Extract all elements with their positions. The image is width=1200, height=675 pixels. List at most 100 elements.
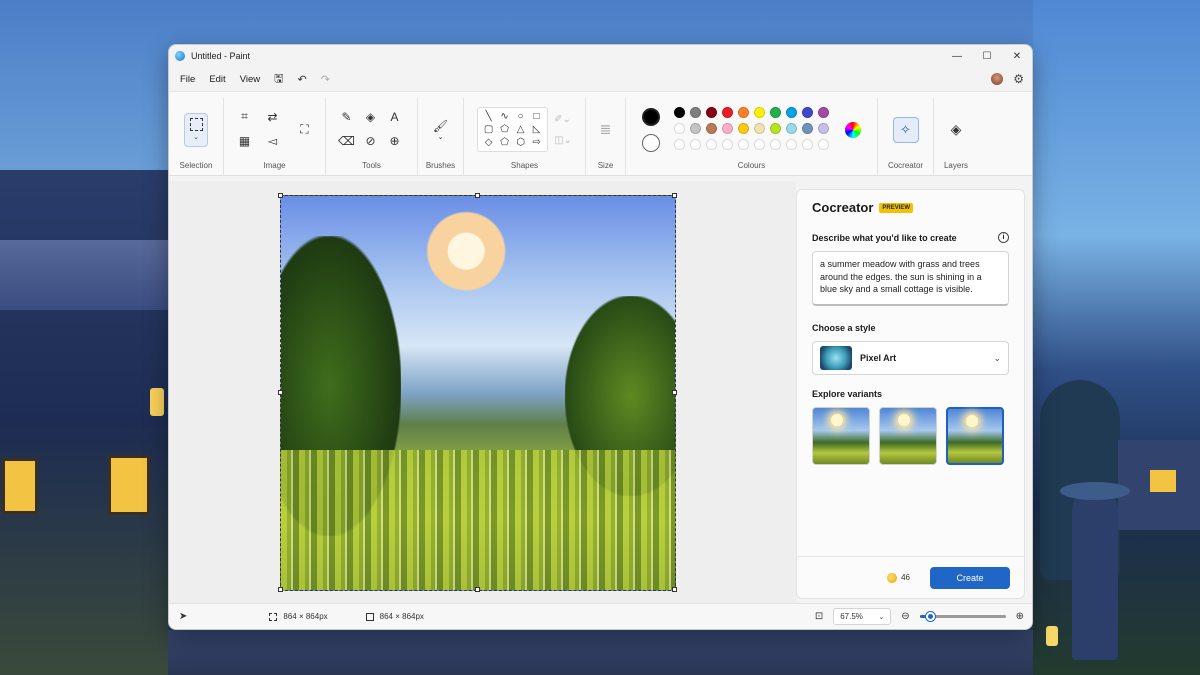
curve-shape-icon[interactable]: ∿ — [497, 111, 512, 122]
resize-handle[interactable] — [672, 193, 677, 198]
magnifier-icon[interactable]: ⊕ — [385, 131, 405, 151]
resize-handle[interactable] — [278, 193, 283, 198]
color-swatch[interactable] — [738, 139, 749, 150]
zoom-dropdown[interactable]: 67.5% ⌄ — [833, 608, 892, 625]
layers-icon[interactable]: ◈ — [946, 120, 966, 140]
color-swatch[interactable] — [722, 123, 733, 134]
line-shape-icon[interactable]: ╲ — [481, 111, 496, 122]
account-avatar[interactable] — [991, 73, 1004, 85]
cocreator-panel: Cocreator PREVIEW Describe what you'd li… — [796, 189, 1025, 599]
eraser-icon[interactable]: ⌫ — [337, 131, 357, 151]
zoom-in-icon[interactable]: ⊕ — [1016, 611, 1024, 622]
color-swatch[interactable] — [818, 107, 829, 118]
line-size-icon[interactable]: ≣ — [596, 120, 616, 140]
info-icon[interactable]: i — [998, 232, 1009, 243]
color-swatch[interactable] — [722, 107, 733, 118]
redo-icon[interactable]: ↷ — [314, 70, 337, 89]
color-swatch[interactable] — [786, 139, 797, 150]
cocreator-button[interactable]: ✧ — [892, 116, 919, 143]
color-swatch[interactable] — [706, 139, 717, 150]
secondary-color[interactable] — [642, 133, 660, 152]
edit-colors-icon[interactable] — [845, 121, 861, 138]
pentagon-shape-icon[interactable]: ⬠ — [497, 137, 512, 148]
prompt-input[interactable]: a summer meadow with grass and trees aro… — [812, 251, 1009, 306]
fit-to-window-icon[interactable]: ⊡ — [815, 611, 823, 622]
color-swatch[interactable] — [738, 123, 749, 134]
resize-handle[interactable] — [672, 390, 677, 395]
color-swatch[interactable] — [802, 107, 813, 118]
color-swatch[interactable] — [674, 139, 685, 150]
hexagon-shape-icon[interactable]: ⬡ — [513, 137, 528, 148]
pencil-icon[interactable]: ✎ — [337, 107, 357, 127]
zoom-slider-thumb[interactable] — [925, 612, 935, 621]
color-swatch[interactable] — [786, 123, 797, 134]
color-swatch[interactable] — [818, 123, 829, 134]
minimize-button[interactable]: — — [942, 45, 972, 67]
outline-icon[interactable]: ✐⌄ — [554, 114, 572, 125]
color-swatch[interactable] — [690, 107, 701, 118]
crop-icon[interactable]: ⌗ — [235, 107, 255, 127]
fill-icon[interactable]: ◈ — [361, 107, 381, 127]
menu-view[interactable]: View — [233, 70, 267, 89]
polygon-shape-icon[interactable]: ⬠ — [497, 124, 512, 135]
remove-background-icon[interactable]: ⛶ — [295, 120, 315, 140]
gear-icon[interactable]: ⚙ — [1013, 72, 1024, 86]
arrow-shape-icon[interactable]: ⇨ — [529, 137, 544, 148]
menu-file[interactable]: File — [173, 70, 202, 89]
color-swatch[interactable] — [802, 139, 813, 150]
create-button[interactable]: Create — [930, 566, 1010, 589]
oval-shape-icon[interactable]: ○ — [513, 111, 528, 122]
primary-color[interactable] — [642, 107, 660, 126]
resize-handle[interactable] — [278, 390, 283, 395]
flip-icon[interactable]: ◅ — [263, 131, 283, 151]
right-triangle-shape-icon[interactable]: ◺ — [529, 124, 544, 135]
color-swatch[interactable] — [770, 139, 781, 150]
color-picker-icon[interactable]: ⊘ — [361, 131, 381, 151]
color-swatch[interactable] — [770, 123, 781, 134]
zoom-slider[interactable] — [919, 612, 1006, 621]
color-swatch[interactable] — [706, 123, 717, 134]
selection-button[interactable]: ⌄ — [184, 112, 208, 147]
resize-handle[interactable] — [672, 587, 677, 592]
color-swatch[interactable] — [754, 123, 765, 134]
color-swatch[interactable] — [674, 107, 685, 118]
undo-icon[interactable]: ↶ — [290, 70, 313, 89]
text-icon[interactable]: A — [385, 107, 405, 127]
color-swatch[interactable] — [674, 123, 685, 134]
color-swatch[interactable] — [738, 107, 749, 118]
shapes-gallery[interactable]: ╲ ∿ ○ □ ▢ ⬠ △ ◺ ◇ ⬠ ⬡ ⇨ — [477, 107, 549, 152]
rotate-icon[interactable]: ⇄ — [263, 107, 283, 127]
maximize-button[interactable]: ☐ — [972, 45, 1002, 67]
brush-icon[interactable]: 🖌 ⌄ — [431, 113, 451, 147]
canvas-image[interactable] — [280, 195, 676, 591]
close-button[interactable]: ✕ — [1002, 45, 1032, 67]
style-dropdown[interactable]: Pixel Art ⌄ — [812, 341, 1009, 375]
title-bar[interactable]: Untitled - Paint — ☐ ✕ — [169, 45, 1032, 67]
diamond-shape-icon[interactable]: ◇ — [481, 137, 496, 148]
rectangle-shape-icon[interactable]: □ — [529, 111, 544, 122]
variant-thumbnail[interactable] — [812, 407, 870, 465]
menu-edit[interactable]: Edit — [202, 70, 232, 89]
save-icon[interactable]: 🖫 — [267, 67, 290, 92]
triangle-shape-icon[interactable]: △ — [513, 124, 528, 135]
color-swatch[interactable] — [690, 123, 701, 134]
resize-handle[interactable] — [278, 587, 283, 592]
resize-handle[interactable] — [475, 587, 480, 592]
color-swatch[interactable] — [770, 107, 781, 118]
color-swatch[interactable] — [786, 107, 797, 118]
color-swatch[interactable] — [754, 139, 765, 150]
canvas-area[interactable] — [169, 181, 796, 605]
variant-thumbnail[interactable] — [879, 407, 937, 465]
zoom-out-icon[interactable]: ⊖ — [901, 611, 909, 622]
rounded-rectangle-shape-icon[interactable]: ▢ — [481, 124, 496, 135]
color-swatch[interactable] — [690, 139, 701, 150]
color-swatch[interactable] — [706, 107, 717, 118]
variant-thumbnail-selected[interactable] — [946, 407, 1004, 465]
resize-icon[interactable]: ▦ — [235, 131, 255, 151]
color-swatch[interactable] — [818, 139, 829, 150]
shape-fill-icon[interactable]: ◫⌄ — [554, 135, 572, 146]
color-swatch[interactable] — [722, 139, 733, 150]
resize-handle[interactable] — [475, 193, 480, 198]
color-swatch[interactable] — [802, 123, 813, 134]
color-swatch[interactable] — [754, 107, 765, 118]
